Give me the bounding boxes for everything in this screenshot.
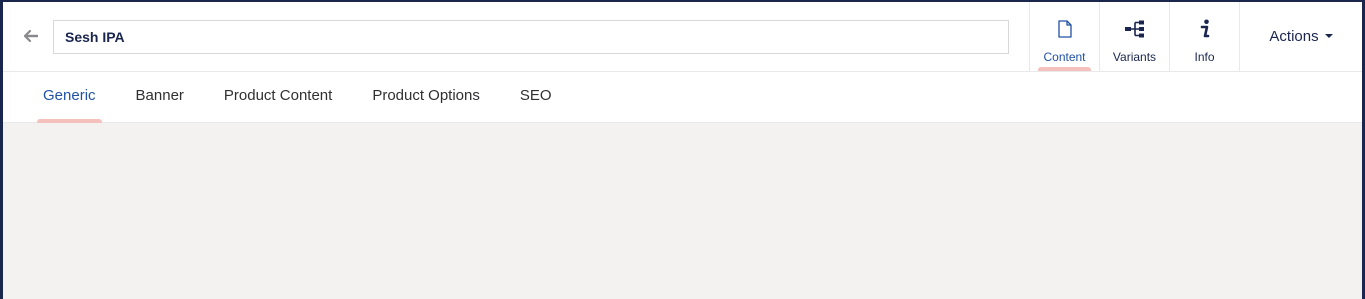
editor-window: Content Variants [3, 2, 1362, 299]
content-tabs: Generic Banner Product Content Product O… [3, 72, 1362, 123]
app-nav-variants-label: Variants [1112, 50, 1157, 64]
editor-header: Content Variants [3, 2, 1362, 72]
tab-banner[interactable]: Banner [116, 72, 204, 123]
caret-down-icon [1324, 33, 1333, 38]
app-nav-content[interactable]: Content [1029, 2, 1099, 71]
tab-product-content[interactable]: Product Content [204, 72, 352, 123]
app-nav-info[interactable]: Info [1169, 2, 1239, 71]
document-icon [1057, 17, 1072, 41]
app-navigation: Content Variants Info [1029, 2, 1239, 71]
content-name-input[interactable] [53, 20, 1009, 54]
arrow-left-icon [23, 29, 39, 47]
editor-content-area [3, 123, 1362, 299]
sitemap-icon [1124, 17, 1146, 41]
app-nav-content-label: Content [1043, 50, 1086, 64]
back-button[interactable] [19, 26, 43, 50]
actions-label: Actions [1269, 28, 1319, 45]
app-nav-variants[interactable]: Variants [1099, 2, 1169, 71]
tab-seo[interactable]: SEO [500, 72, 572, 123]
app-nav-info-label: Info [1194, 50, 1215, 64]
tab-generic[interactable]: Generic [23, 72, 116, 123]
actions-dropdown-button[interactable]: Actions [1239, 2, 1362, 71]
tab-product-options[interactable]: Product Options [352, 72, 500, 123]
info-icon [1200, 17, 1210, 41]
